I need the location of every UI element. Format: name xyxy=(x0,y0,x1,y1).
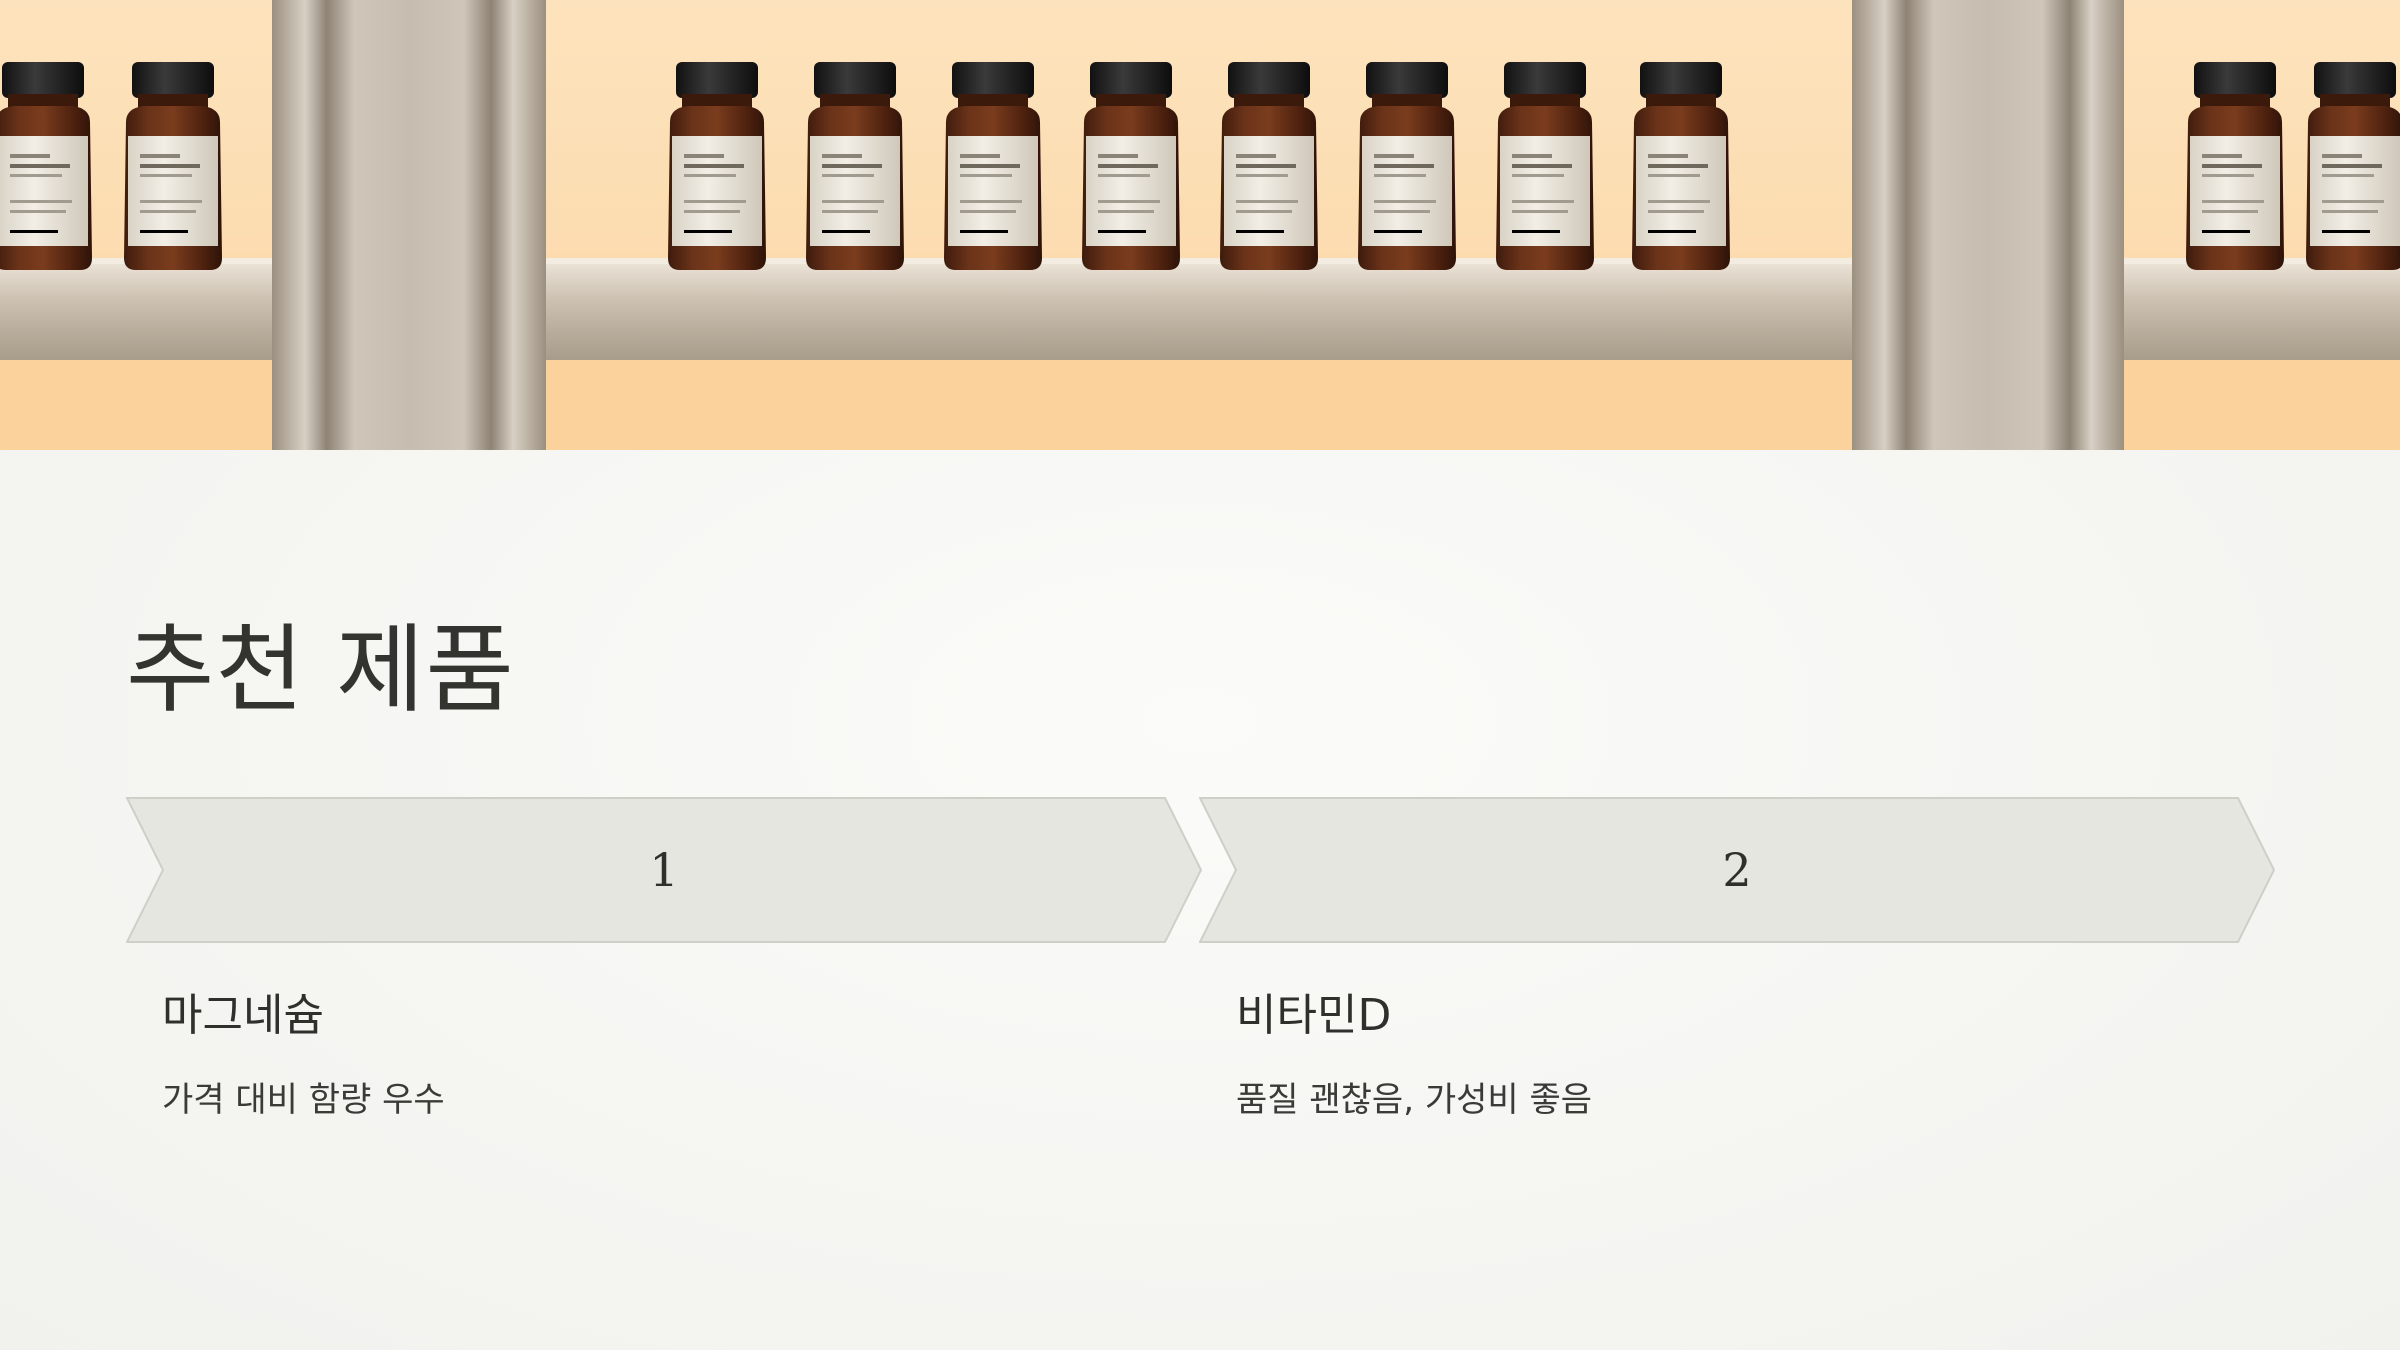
supplement-bottle xyxy=(1632,62,1730,270)
supplement-bottle xyxy=(1358,62,1456,270)
step-chevron-1: 1 xyxy=(126,797,1202,943)
step-chevron-2: 2 xyxy=(1199,797,2275,943)
step-description: 품질 괜찮음, 가성비 좋음 xyxy=(1236,1080,1593,1120)
page-title: 추천 제품 xyxy=(126,614,515,726)
supplement-bottle xyxy=(2306,62,2400,270)
shelf-illustration xyxy=(0,0,2400,450)
supplement-bottle xyxy=(944,62,1042,270)
supplement-bottle xyxy=(124,62,222,270)
step-number: 2 xyxy=(1722,843,1752,897)
step-title: 마그네슘 xyxy=(162,990,324,1041)
step-number: 1 xyxy=(649,843,679,897)
supplement-bottle xyxy=(1082,62,1180,270)
supplement-bottle xyxy=(2186,62,2284,270)
supplement-bottle xyxy=(1496,62,1594,270)
hero-image xyxy=(0,0,2400,450)
supplement-bottle xyxy=(668,62,766,270)
step-title: 비타민D xyxy=(1236,990,1392,1041)
supplement-bottle xyxy=(1220,62,1318,270)
supplement-bottle xyxy=(806,62,904,270)
supplement-bottle xyxy=(0,62,92,270)
step-description: 가격 대비 함량 우수 xyxy=(162,1080,445,1120)
